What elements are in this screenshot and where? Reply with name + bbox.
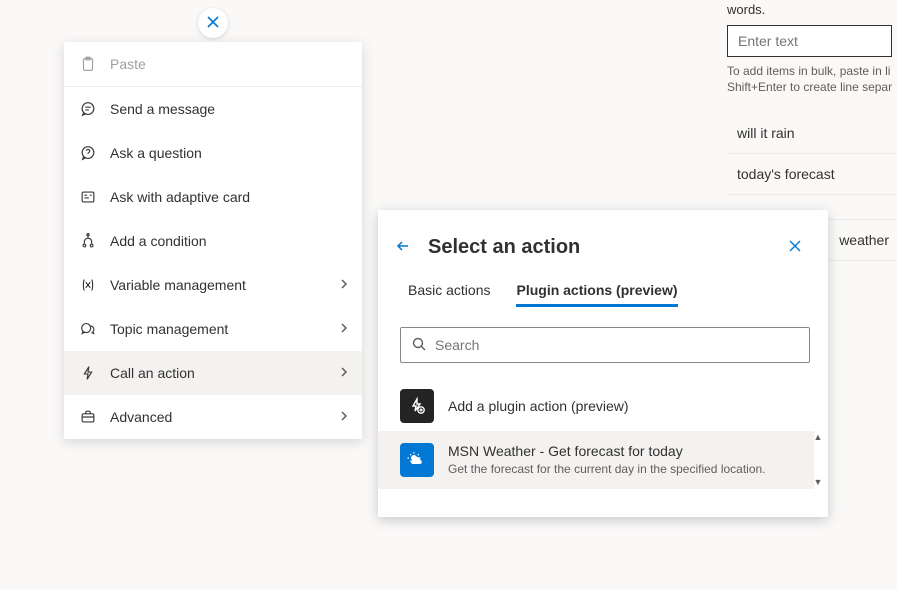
- select-action-panel: Select an action Basic actions Plugin ac…: [378, 210, 828, 517]
- scroll-up-icon: ▲: [812, 433, 824, 442]
- menu-item-topic-management[interactable]: Topic management: [64, 307, 362, 351]
- menu-label: Add a condition: [110, 233, 207, 249]
- menu-label: Send a message: [110, 101, 215, 117]
- back-button[interactable]: [388, 232, 418, 262]
- help-text-line1: To add items in bulk, paste in li: [727, 63, 897, 79]
- plugin-add-icon: [400, 389, 434, 423]
- menu-label: Paste: [110, 56, 146, 72]
- menu-item-adaptive-card[interactable]: Ask with adaptive card: [64, 175, 362, 219]
- search-input[interactable]: [435, 337, 799, 353]
- paste-icon: [78, 54, 98, 74]
- menu-item-paste: Paste: [64, 42, 362, 86]
- tabs: Basic actions Plugin actions (preview): [378, 282, 828, 307]
- trigger-phrase-input[interactable]: [727, 25, 892, 57]
- arrow-left-icon: [395, 238, 411, 257]
- menu-item-add-condition[interactable]: Add a condition: [64, 219, 362, 263]
- add-plugin-action[interactable]: Add a plugin action (preview): [378, 381, 828, 431]
- weather-icon: [400, 443, 434, 477]
- add-plugin-label: Add a plugin action (preview): [448, 398, 629, 414]
- chevron-right-icon: [338, 409, 350, 425]
- plugin-results: MSN Weather - Get forecast for today Get…: [378, 431, 828, 489]
- menu-item-send-message[interactable]: Send a message: [64, 87, 362, 131]
- panel-close-button[interactable]: [780, 232, 810, 262]
- plugin-result-msn-weather[interactable]: MSN Weather - Get forecast for today Get…: [378, 431, 814, 489]
- menu-item-call-action[interactable]: Call an action: [64, 351, 362, 395]
- add-node-menu: Paste Send a message Ask a question Ask …: [64, 42, 362, 439]
- bolt-icon: [78, 363, 98, 383]
- help-text-line2: Shift+Enter to create line separ: [727, 79, 897, 95]
- menu-label: Call an action: [110, 365, 195, 381]
- trigger-item[interactable]: today's forecast: [727, 154, 897, 195]
- label-fragment: words.: [727, 2, 897, 17]
- menu-label: Ask a question: [110, 145, 202, 161]
- menu-item-ask-question[interactable]: Ask a question: [64, 131, 362, 175]
- card-icon: [78, 187, 98, 207]
- menu-label: Ask with adaptive card: [110, 189, 250, 205]
- variable-icon: [78, 275, 98, 295]
- panel-title: Select an action: [428, 236, 780, 259]
- close-icon: [788, 239, 802, 256]
- search-icon: [411, 336, 427, 355]
- plugin-result-description: Get the forecast for the current day in …: [448, 461, 792, 477]
- briefcase-icon: [78, 407, 98, 427]
- menu-item-variable-management[interactable]: Variable management: [64, 263, 362, 307]
- chevron-right-icon: [338, 365, 350, 381]
- chevron-right-icon: [338, 277, 350, 293]
- branch-icon: [78, 231, 98, 251]
- scroll-down-icon: ▼: [812, 478, 824, 487]
- scrollbar[interactable]: ▲ ▼: [812, 433, 824, 487]
- question-icon: [78, 143, 98, 163]
- menu-label: Topic management: [110, 321, 228, 337]
- search-box[interactable]: [400, 327, 810, 363]
- chevron-right-icon: [338, 321, 350, 337]
- menu-label: Advanced: [110, 409, 172, 425]
- menu-item-advanced[interactable]: Advanced: [64, 395, 362, 439]
- menu-label: Variable management: [110, 277, 246, 293]
- close-icon: [205, 14, 221, 33]
- plugin-result-title: MSN Weather - Get forecast for today: [448, 443, 792, 459]
- tab-plugin-actions[interactable]: Plugin actions (preview): [516, 282, 677, 307]
- chat-icon: [78, 99, 98, 119]
- trigger-item[interactable]: will it rain: [727, 113, 897, 154]
- node-close-button[interactable]: [198, 8, 228, 38]
- tab-basic-actions[interactable]: Basic actions: [408, 282, 490, 307]
- topic-icon: [78, 319, 98, 339]
